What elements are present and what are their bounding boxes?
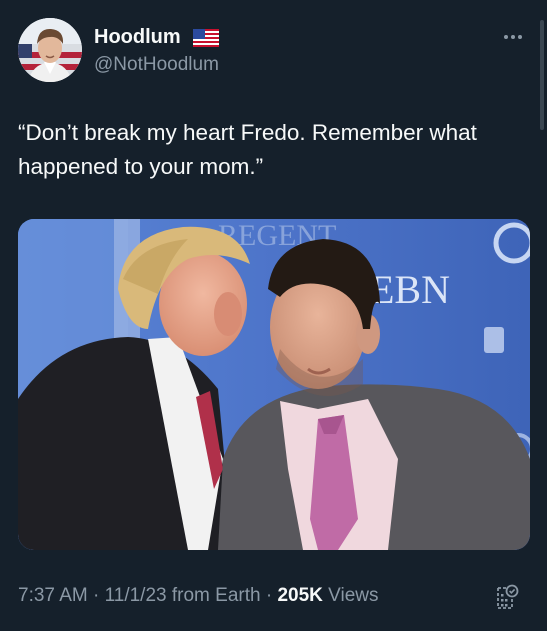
avatar[interactable] — [18, 18, 82, 82]
tweet-photo[interactable]: REGENT EBN — [18, 219, 530, 550]
tweet-text: “Don’t break my heart Fredo. Remember wh… — [18, 120, 477, 179]
tweet-meta: 7:37 AM · 11/1/23 from Earth · 205K View… — [18, 585, 379, 607]
meta-separator: · — [260, 585, 278, 606]
sign-text-ebn: EBN — [370, 267, 450, 312]
us-flag-icon — [193, 29, 219, 47]
more-horizontal-icon[interactable] — [501, 25, 525, 49]
photo-illustration: REGENT EBN — [18, 219, 530, 550]
tweet: Hoodlum @NotHoodlum “Don’t break my hear… — [0, 0, 547, 631]
bookmark-analytics-icon[interactable] — [494, 584, 520, 610]
avatar-image — [18, 18, 82, 82]
tweet-time[interactable]: 7:37 AM — [18, 585, 88, 606]
tweet-source: from Earth — [166, 585, 261, 606]
views-count: 205K — [277, 585, 323, 606]
scrollbar[interactable] — [540, 20, 544, 130]
tweet-date[interactable]: 11/1/23 — [105, 585, 167, 606]
meta-separator: · — [87, 585, 105, 606]
author-display-name[interactable]: Hoodlum — [94, 26, 181, 49]
author-handle[interactable]: @NotHoodlum — [94, 54, 219, 76]
views-label: Views — [322, 585, 379, 606]
